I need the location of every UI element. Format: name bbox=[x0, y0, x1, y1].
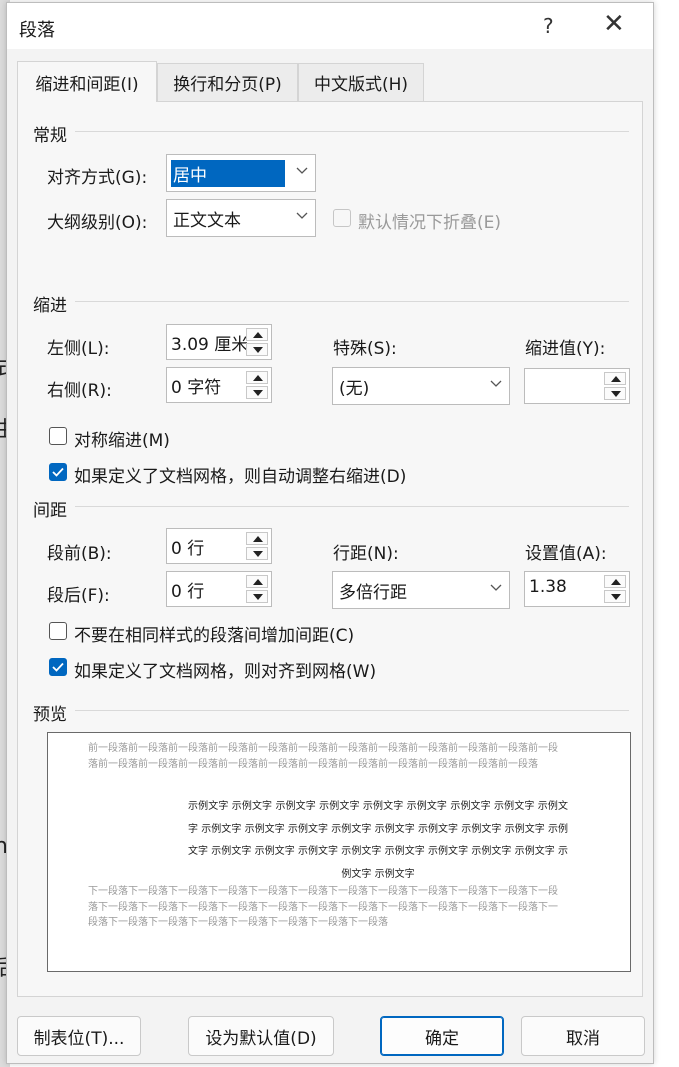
separator bbox=[75, 710, 629, 711]
auto-adjust-indent-label: 如果定义了文档网格，则自动调整右缩进(D) bbox=[74, 467, 407, 487]
spin-down-button[interactable] bbox=[246, 343, 268, 356]
tab-asian-typography[interactable]: 中文版式(H) bbox=[298, 63, 424, 101]
spin-down-button[interactable] bbox=[246, 547, 268, 560]
preview-box: 前一段落前一段落前一段落前一段落前一段落前一段落前一段落前一段落前一段落前一段落… bbox=[47, 732, 631, 972]
spin-down-button[interactable] bbox=[604, 387, 626, 400]
line-spacing-label: 行距(N): bbox=[333, 544, 399, 564]
no-space-same-style-checkbox[interactable] bbox=[49, 622, 67, 640]
indent-by-spinner[interactable] bbox=[524, 368, 630, 404]
chevron-up-icon bbox=[253, 332, 263, 338]
chevron-down-icon bbox=[490, 380, 502, 387]
chevron-down-icon bbox=[296, 212, 308, 219]
no-space-same-style-label: 不要在相同样式的段落间增加间距(C) bbox=[74, 626, 355, 646]
spacing-after-label: 段后(F): bbox=[47, 586, 110, 606]
chevron-up-icon bbox=[253, 536, 263, 542]
spacing-before-value: 0 行 bbox=[171, 539, 205, 559]
chevron-up-icon bbox=[611, 376, 621, 382]
spin-down-button[interactable] bbox=[604, 590, 626, 603]
outline-level-value: 正文文本 bbox=[173, 211, 241, 231]
spacing-after-value: 0 行 bbox=[171, 582, 205, 602]
tab-line-page-breaks[interactable]: 换行和分页(P) bbox=[157, 63, 298, 101]
indent-by-label: 缩进值(Y): bbox=[525, 339, 606, 359]
chevron-down-icon bbox=[611, 391, 621, 397]
section-spacing-heading: 间距 bbox=[33, 501, 67, 521]
tabs-button[interactable]: 制表位(T)... bbox=[17, 1016, 141, 1056]
preview-following-paragraph: 下一段落下一段落下一段落下一段落下一段落下一段落下一段落下一段落下一段落下一段落… bbox=[88, 886, 558, 928]
alignment-select[interactable]: 居中 bbox=[166, 154, 316, 192]
preview-previous-paragraph: 前一段落前一段落前一段落前一段落前一段落前一段落前一段落前一段落前一段落前一段落… bbox=[88, 743, 558, 770]
indent-left-value: 3.09 厘米 bbox=[171, 335, 247, 355]
separator bbox=[75, 131, 629, 132]
spin-up-button[interactable] bbox=[604, 575, 626, 588]
spacing-before-label: 段前(B): bbox=[47, 544, 112, 564]
indent-right-label: 右侧(R): bbox=[47, 381, 112, 401]
special-indent-label: 特殊(S): bbox=[333, 339, 397, 359]
separator bbox=[75, 506, 629, 507]
spin-down-button[interactable] bbox=[246, 590, 268, 603]
dialog-title: 段落 bbox=[19, 20, 55, 41]
section-preview-heading: 预览 bbox=[33, 705, 67, 725]
chevron-down-icon bbox=[253, 594, 263, 600]
mirror-indents-checkbox[interactable] bbox=[49, 427, 67, 445]
line-spacing-value: 多倍行距 bbox=[339, 583, 407, 603]
auto-adjust-indent-checkbox[interactable] bbox=[49, 463, 67, 481]
alignment-value: 居中 bbox=[171, 160, 285, 187]
spin-up-button[interactable] bbox=[246, 328, 268, 341]
collapse-default-checkbox[interactable] bbox=[333, 209, 351, 227]
preview-sample-paragraph: 示例文字 示例文字 示例文字 示例文字 示例文字 示例文字 示例文字 示例文字 … bbox=[188, 801, 568, 880]
chevron-up-icon bbox=[253, 579, 263, 585]
check-icon bbox=[52, 662, 64, 672]
snap-to-grid-checkbox[interactable] bbox=[49, 658, 67, 676]
indent-right-value: 0 字符 bbox=[171, 378, 222, 398]
indent-left-spinner[interactable]: 3.09 厘米 bbox=[166, 324, 272, 360]
line-spacing-at-value: 1.38 bbox=[529, 577, 567, 597]
indent-left-label: 左侧(L): bbox=[47, 339, 110, 359]
spacing-before-spinner[interactable]: 0 行 bbox=[166, 528, 272, 564]
set-as-default-button[interactable]: 设为默认值(D) bbox=[188, 1016, 334, 1056]
special-indent-value: (无) bbox=[339, 379, 370, 399]
section-indent-heading: 缩进 bbox=[33, 296, 67, 316]
outline-level-select[interactable]: 正文文本 bbox=[166, 199, 316, 237]
outline-level-label: 大纲级别(O): bbox=[47, 213, 148, 233]
ok-button[interactable]: 确定 bbox=[380, 1016, 504, 1056]
tab-indents-spacing[interactable]: 缩进和间距(I) bbox=[17, 61, 157, 102]
chevron-up-icon bbox=[253, 375, 263, 381]
line-spacing-at-label: 设置值(A): bbox=[525, 544, 607, 564]
paragraph-dialog: 段落 ? ✕ 缩进和间距(I) 换行和分页(P) 中文版式(H) 常规 对齐方式… bbox=[6, 2, 654, 1064]
separator bbox=[75, 301, 629, 302]
alignment-label: 对齐方式(G): bbox=[47, 168, 148, 188]
spin-up-button[interactable] bbox=[604, 372, 626, 385]
help-button[interactable]: ? bbox=[543, 14, 554, 38]
collapse-default-label: 默认情况下折叠(E) bbox=[358, 213, 502, 233]
chevron-down-icon bbox=[296, 167, 308, 174]
chevron-down-icon bbox=[253, 390, 263, 396]
cancel-button[interactable]: 取消 bbox=[521, 1016, 645, 1056]
mirror-indents-label: 对称缩进(M) bbox=[74, 431, 170, 451]
chevron-down-icon bbox=[253, 347, 263, 353]
close-button[interactable]: ✕ bbox=[603, 11, 625, 37]
title-bar: 段落 ? ✕ bbox=[7, 3, 653, 49]
spin-up-button[interactable] bbox=[246, 371, 268, 384]
line-spacing-at-spinner[interactable]: 1.38 bbox=[524, 571, 630, 607]
spin-up-button[interactable] bbox=[246, 532, 268, 545]
chevron-up-icon bbox=[611, 579, 621, 585]
chevron-down-icon bbox=[490, 584, 502, 591]
chevron-down-icon bbox=[253, 551, 263, 557]
snap-to-grid-label: 如果定义了文档网格，则对齐到网格(W) bbox=[74, 662, 377, 682]
spin-up-button[interactable] bbox=[246, 575, 268, 588]
line-spacing-select[interactable]: 多倍行距 bbox=[332, 571, 510, 609]
indent-right-spinner[interactable]: 0 字符 bbox=[166, 367, 272, 403]
special-indent-select[interactable]: (无) bbox=[332, 367, 510, 405]
spin-down-button[interactable] bbox=[246, 386, 268, 399]
spacing-after-spinner[interactable]: 0 行 bbox=[166, 571, 272, 607]
chevron-down-icon bbox=[611, 594, 621, 600]
check-icon bbox=[52, 467, 64, 477]
section-general-heading: 常规 bbox=[33, 126, 67, 146]
